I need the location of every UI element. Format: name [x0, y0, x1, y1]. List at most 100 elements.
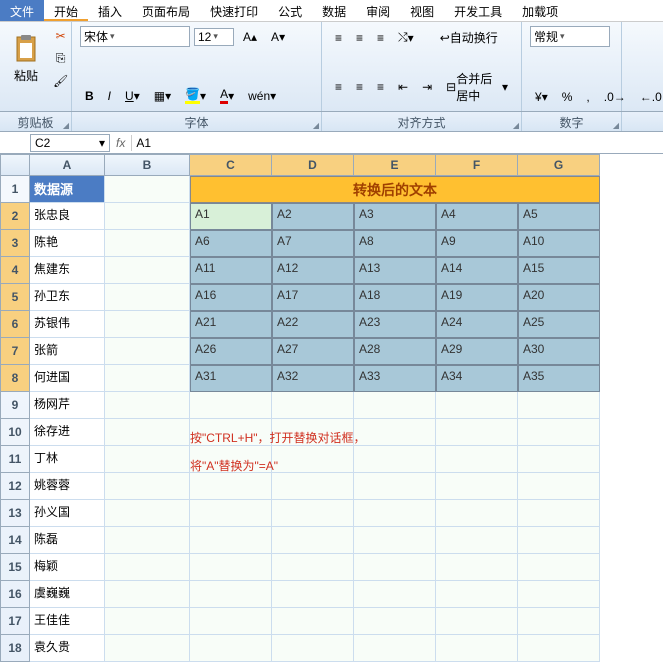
cell-grid[interactable]: 数据源转换后的文本张忠良A1A2A3A4A5陈艳A6A7A8A9A10焦建东A1…: [30, 176, 663, 662]
cell[interactable]: A2: [272, 203, 354, 230]
cell[interactable]: A22: [272, 311, 354, 338]
col-header-F[interactable]: F: [436, 154, 518, 176]
cell[interactable]: [272, 554, 354, 581]
row-header-14[interactable]: 14: [0, 527, 30, 554]
cell[interactable]: [105, 311, 190, 338]
cell[interactable]: A17: [272, 284, 354, 311]
cell[interactable]: 徐存进: [30, 419, 105, 446]
cell[interactable]: [190, 608, 272, 635]
font-size-combo[interactable]: 12▾: [194, 28, 234, 46]
cell[interactable]: [190, 527, 272, 554]
cell[interactable]: 数据源: [30, 176, 105, 203]
align-left-button[interactable]: ≡: [330, 77, 347, 97]
cell[interactable]: [354, 473, 436, 500]
row-header-8[interactable]: 8: [0, 365, 30, 392]
cell[interactable]: [105, 392, 190, 419]
merge-button[interactable]: ⊟合并后居中▾: [441, 67, 513, 107]
cell[interactable]: [518, 419, 600, 446]
tab-view[interactable]: 视图: [400, 0, 444, 21]
cell[interactable]: [354, 554, 436, 581]
cell[interactable]: A29: [436, 338, 518, 365]
tab-layout[interactable]: 页面布局: [132, 0, 200, 21]
cell[interactable]: 王佳佳: [30, 608, 105, 635]
cell[interactable]: [354, 581, 436, 608]
cell[interactable]: [518, 608, 600, 635]
cell[interactable]: [105, 176, 190, 203]
underline-button[interactable]: U▾: [120, 86, 145, 106]
cell[interactable]: 陈磊: [30, 527, 105, 554]
cell[interactable]: 苏银伟: [30, 311, 105, 338]
cell[interactable]: [436, 392, 518, 419]
row-header-3[interactable]: 3: [0, 230, 30, 257]
row-header-9[interactable]: 9: [0, 392, 30, 419]
table2-header[interactable]: 转换后的文本: [190, 176, 600, 203]
col-header-B[interactable]: B: [105, 154, 190, 176]
cell[interactable]: [105, 554, 190, 581]
cell[interactable]: [436, 581, 518, 608]
cell[interactable]: [272, 392, 354, 419]
cell[interactable]: [436, 554, 518, 581]
cell[interactable]: [272, 500, 354, 527]
tab-quickprint[interactable]: 快速打印: [200, 0, 268, 21]
cell[interactable]: [105, 365, 190, 392]
dialog-launcher-icon[interactable]: ◢: [63, 121, 69, 130]
cell[interactable]: A19: [436, 284, 518, 311]
cell[interactable]: [354, 608, 436, 635]
cell[interactable]: [436, 608, 518, 635]
cell[interactable]: [518, 527, 600, 554]
cut-button[interactable]: ✂: [48, 26, 73, 46]
col-header-D[interactable]: D: [272, 154, 354, 176]
align-top-button[interactable]: ≡: [330, 28, 347, 48]
tab-formula[interactable]: 公式: [268, 0, 312, 21]
bold-button[interactable]: B: [80, 86, 99, 106]
row-header-15[interactable]: 15: [0, 554, 30, 581]
cell[interactable]: [105, 473, 190, 500]
cell[interactable]: [105, 446, 190, 473]
tab-review[interactable]: 审阅: [356, 0, 400, 21]
cell[interactable]: A33: [354, 365, 436, 392]
italic-button[interactable]: I: [103, 86, 116, 106]
tab-home[interactable]: 开始: [44, 0, 88, 21]
cell[interactable]: [105, 230, 190, 257]
cell[interactable]: [105, 419, 190, 446]
wrap-text-button[interactable]: ↩自动换行: [435, 26, 503, 49]
cell[interactable]: A35: [518, 365, 600, 392]
cell[interactable]: 孙卫东: [30, 284, 105, 311]
cell[interactable]: A7: [272, 230, 354, 257]
tab-insert[interactable]: 插入: [88, 0, 132, 21]
row-header-4[interactable]: 4: [0, 257, 30, 284]
col-header-E[interactable]: E: [354, 154, 436, 176]
formula-input[interactable]: A1: [131, 135, 663, 151]
cell[interactable]: [105, 257, 190, 284]
cell[interactable]: A5: [518, 203, 600, 230]
cell[interactable]: A4: [436, 203, 518, 230]
cell[interactable]: [354, 500, 436, 527]
row-header-12[interactable]: 12: [0, 473, 30, 500]
cell[interactable]: 何进国: [30, 365, 105, 392]
paste-button[interactable]: 粘贴: [8, 31, 44, 87]
row-header-17[interactable]: 17: [0, 608, 30, 635]
cell[interactable]: A34: [436, 365, 518, 392]
cell[interactable]: [354, 527, 436, 554]
cell[interactable]: A31: [190, 365, 272, 392]
cell[interactable]: A15: [518, 257, 600, 284]
fx-icon[interactable]: fx: [110, 136, 131, 150]
cell[interactable]: [518, 635, 600, 662]
row-header-2[interactable]: 2: [0, 203, 30, 230]
cell[interactable]: [518, 446, 600, 473]
orientation-button[interactable]: ⤭▾: [393, 27, 419, 48]
cell[interactable]: A25: [518, 311, 600, 338]
cell[interactable]: [436, 446, 518, 473]
cell[interactable]: A30: [518, 338, 600, 365]
cell[interactable]: [272, 581, 354, 608]
cell[interactable]: [105, 608, 190, 635]
cell[interactable]: [518, 581, 600, 608]
number-format-combo[interactable]: 常规▾: [530, 26, 610, 47]
cell[interactable]: 虞巍巍: [30, 581, 105, 608]
cell[interactable]: [272, 527, 354, 554]
percent-button[interactable]: %: [557, 87, 578, 107]
cell[interactable]: [436, 419, 518, 446]
cell[interactable]: A24: [436, 311, 518, 338]
cell[interactable]: [105, 581, 190, 608]
cell[interactable]: A20: [518, 284, 600, 311]
